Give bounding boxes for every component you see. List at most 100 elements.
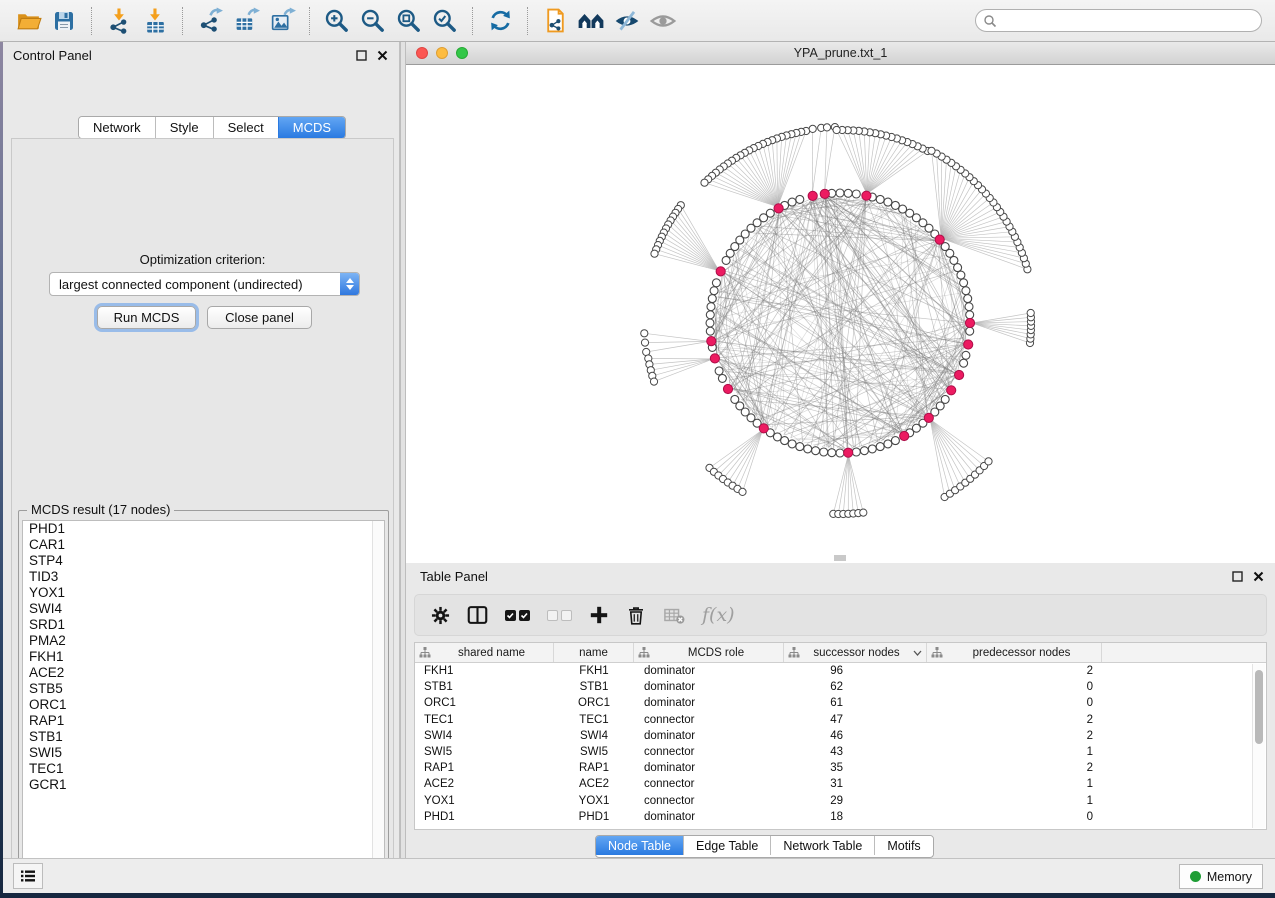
mcds-result-item[interactable]: ORC1: [23, 697, 384, 713]
mcds-hub-node[interactable]: [716, 267, 725, 276]
mcds-hub-node[interactable]: [900, 431, 909, 440]
leaf-node[interactable]: [650, 378, 657, 385]
ring-node[interactable]: [876, 443, 884, 451]
leaf-node[interactable]: [701, 179, 708, 186]
float-panel-icon[interactable]: [1230, 570, 1244, 584]
search-input[interactable]: [997, 11, 1261, 31]
close-panel-button[interactable]: Close panel: [207, 306, 312, 329]
table-row[interactable]: TEC1TEC1connector472: [415, 712, 1266, 728]
column-header-shared-name[interactable]: shared name: [415, 643, 554, 662]
mcds-result-item[interactable]: FKH1: [23, 649, 384, 665]
ring-node[interactable]: [960, 279, 968, 287]
mcds-result-item[interactable]: YOX1: [23, 585, 384, 601]
first-neighbors-icon[interactable]: [575, 5, 607, 37]
select-all-icon[interactable]: [505, 610, 530, 621]
mcds-hub-node[interactable]: [862, 191, 871, 200]
ring-node[interactable]: [828, 449, 836, 457]
tab-edge-table[interactable]: Edge Table: [683, 836, 770, 855]
deselect-all-icon[interactable]: [547, 610, 572, 621]
ring-node[interactable]: [941, 395, 949, 403]
ring-node[interactable]: [836, 189, 844, 197]
ring-node[interactable]: [852, 448, 860, 456]
ring-node[interactable]: [788, 198, 796, 206]
table-row[interactable]: RAP1RAP1dominator352: [415, 760, 1266, 776]
tab-select[interactable]: Select: [213, 117, 278, 138]
ring-node[interactable]: [715, 367, 723, 375]
show-column-icon[interactable]: [467, 605, 488, 625]
mcds-result-item[interactable]: SWI5: [23, 745, 384, 761]
network-canvas[interactable]: [406, 65, 1275, 564]
ring-node[interactable]: [891, 437, 899, 445]
column-header-name[interactable]: name: [554, 643, 634, 662]
ring-node[interactable]: [796, 195, 804, 203]
import-table-icon[interactable]: [139, 5, 171, 37]
leaf-node[interactable]: [823, 124, 830, 131]
ring-node[interactable]: [781, 437, 789, 445]
mcds-hub-node[interactable]: [964, 340, 973, 349]
leaf-node[interactable]: [833, 126, 840, 133]
mcds-hub-node[interactable]: [924, 413, 933, 422]
mcds-hub-node[interactable]: [759, 424, 768, 433]
tab-style[interactable]: Style: [155, 117, 213, 138]
leaf-node[interactable]: [928, 147, 935, 154]
hide-selected-icon[interactable]: [611, 5, 643, 37]
mcds-hub-node[interactable]: [935, 235, 944, 244]
table-row[interactable]: SWI5SWI5connector431: [415, 744, 1266, 760]
tab-network-table[interactable]: Network Table: [770, 836, 874, 855]
ring-node[interactable]: [844, 189, 852, 197]
table-row[interactable]: YOX1YOX1connector291: [415, 793, 1266, 809]
ring-node[interactable]: [962, 287, 970, 295]
leaf-node[interactable]: [1027, 309, 1034, 316]
tab-mcds[interactable]: MCDS: [278, 117, 345, 138]
table-row[interactable]: SWI4SWI4dominator462: [415, 728, 1266, 744]
ring-node[interactable]: [706, 311, 714, 319]
ring-node[interactable]: [710, 287, 718, 295]
network-window-titlebar[interactable]: YPA_prune.txt_1: [406, 42, 1275, 65]
ring-node[interactable]: [804, 445, 812, 453]
leaf-node[interactable]: [641, 330, 648, 337]
ring-node[interactable]: [876, 195, 884, 203]
zoom-fit-icon[interactable]: [393, 5, 425, 37]
close-panel-icon[interactable]: [1251, 570, 1265, 584]
mcds-result-item[interactable]: STP4: [23, 553, 384, 569]
tab-node-table[interactable]: Node Table: [596, 836, 683, 855]
canvas-scrollbar-thumb[interactable]: [834, 555, 846, 561]
ring-node[interactable]: [852, 190, 860, 198]
zoom-selected-icon[interactable]: [429, 5, 461, 37]
mcds-hub-node[interactable]: [808, 191, 817, 200]
run-mcds-button[interactable]: Run MCDS: [97, 306, 196, 329]
ring-node[interactable]: [722, 256, 730, 264]
column-header-predecessor-nodes[interactable]: predecessor nodes: [927, 643, 1102, 662]
ring-node[interactable]: [836, 449, 844, 457]
ring-node[interactable]: [966, 311, 974, 319]
ring-node[interactable]: [812, 447, 820, 455]
save-icon[interactable]: [48, 5, 80, 37]
add-column-icon[interactable]: [589, 605, 609, 625]
settings-gear-icon[interactable]: [431, 606, 450, 625]
mcds-hub-node[interactable]: [774, 204, 783, 213]
ring-node[interactable]: [708, 295, 716, 303]
zoom-out-icon[interactable]: [357, 5, 389, 37]
mcds-result-item[interactable]: TID3: [23, 569, 384, 585]
float-panel-icon[interactable]: [354, 49, 368, 63]
mcds-result-item[interactable]: PHD1: [23, 521, 384, 537]
zoom-in-icon[interactable]: [321, 5, 353, 37]
table-row[interactable]: PHD1PHD1dominator180: [415, 809, 1266, 825]
ring-node[interactable]: [788, 440, 796, 448]
ring-node[interactable]: [706, 319, 714, 327]
leaf-node[interactable]: [641, 339, 648, 346]
mcds-result-item[interactable]: PMA2: [23, 633, 384, 649]
mcds-hub-node[interactable]: [844, 448, 853, 457]
mcds-hub-node[interactable]: [723, 384, 732, 393]
tab-motifs[interactable]: Motifs: [874, 836, 932, 855]
ring-node[interactable]: [860, 447, 868, 455]
export-image-icon[interactable]: [266, 5, 298, 37]
column-header-successor-nodes[interactable]: successor nodes: [784, 643, 927, 662]
mcds-hub-node[interactable]: [947, 386, 956, 395]
mcds-result-item[interactable]: STB5: [23, 681, 384, 697]
export-network-icon[interactable]: [194, 5, 226, 37]
leaf-node[interactable]: [809, 125, 816, 132]
mcds-hub-node[interactable]: [820, 189, 829, 198]
optimization-criterion-dropdown[interactable]: largest connected component (undirected): [49, 272, 360, 296]
mcds-result-item[interactable]: SRD1: [23, 617, 384, 633]
